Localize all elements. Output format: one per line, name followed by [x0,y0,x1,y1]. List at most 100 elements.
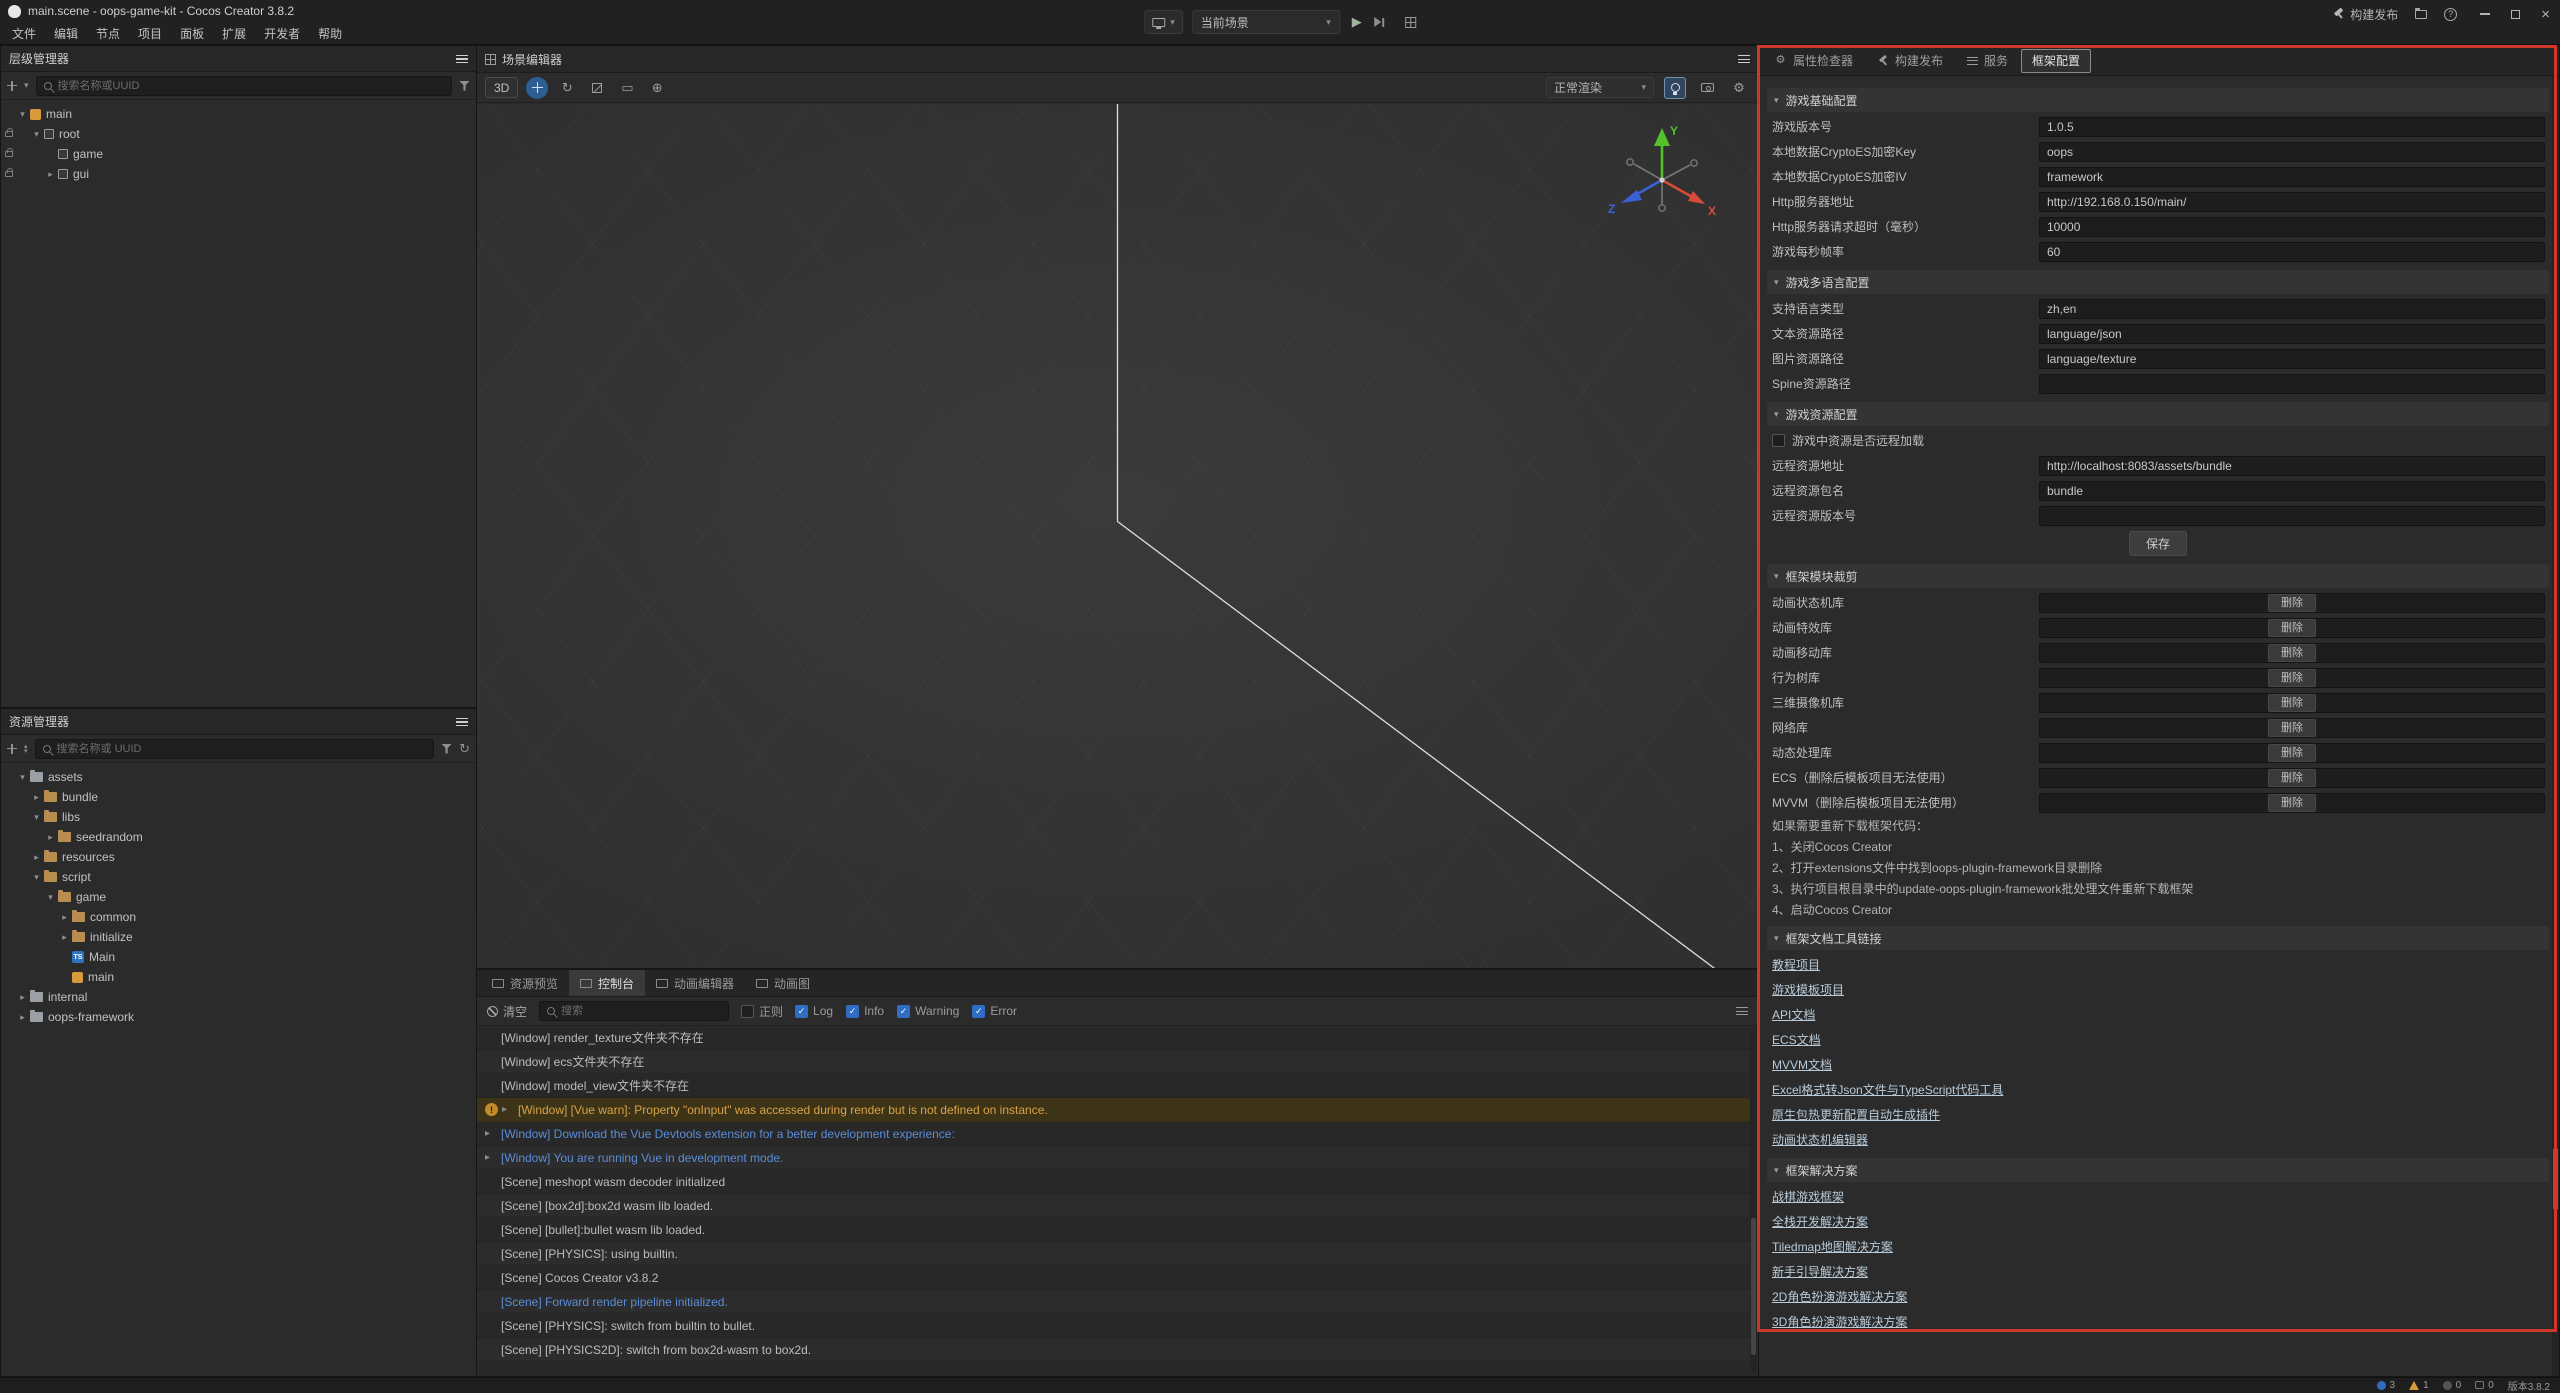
inspector-scrollbar[interactable] [2552,76,2559,1376]
lock-icon[interactable] [5,151,13,157]
play-button[interactable]: ▶ [1349,14,1365,30]
doc-link[interactable]: ECS文档 [1772,1031,1821,1048]
camera-settings-button[interactable] [1696,77,1718,99]
inspector-tab[interactable]: 框架配置 [2021,49,2091,73]
config-value-input[interactable] [2039,374,2545,394]
expand-arrow-icon[interactable]: ▸ [30,792,43,803]
section-header[interactable]: ▾ 游戏基础配置 [1767,88,2549,112]
log-row[interactable]: [Scene] [PHYSICS2D]: switch from box2d-w… [477,1338,1758,1362]
section-header[interactable]: ▾ 游戏多语言配置 [1767,270,2549,294]
error-count-badge[interactable]: 0 [2443,1380,2462,1391]
expand-arrow-icon[interactable]: ▸ [44,832,57,843]
filter-icon[interactable] [441,744,452,754]
rotate-tool-button[interactable]: ↻ [556,77,578,99]
doc-link[interactable]: 战棋游戏框架 [1772,1188,1844,1205]
expand-arrow-icon[interactable]: ▸ [44,169,57,180]
delete-button[interactable]: 删除 [2268,644,2316,662]
sort-icon[interactable]: ▴▾ [24,744,28,754]
doc-link[interactable]: API文档 [1772,1006,1815,1023]
log-row[interactable]: [Window] render_texture文件夹不存在 [477,1026,1758,1050]
tree-row[interactable]: game [1,144,476,164]
log-row[interactable]: [Window] Download the Vue Devtools exten… [477,1122,1758,1146]
log-row[interactable]: [Scene] Cocos Creator v3.8.2 [477,1266,1758,1290]
console-scrollbar[interactable] [1750,1030,1757,1372]
tree-row[interactable]: ▸ initialize [1,927,476,947]
render-mode-select[interactable]: 正常渲染 ▾ [1546,77,1654,98]
menu-item[interactable]: 文件 [3,22,45,44]
maximize-button[interactable] [2511,10,2520,19]
3d-mode-button[interactable]: 3D [485,77,518,98]
scene-viewport[interactable]: Y X Z [477,104,1758,968]
build-publish-button[interactable]: 构建发布 [2332,6,2398,23]
console-search-input[interactable] [561,1005,721,1017]
expand-arrow-icon[interactable]: ▾ [44,892,57,903]
tab-scene-editor[interactable]: 场景编辑器 [485,51,562,68]
delete-button[interactable]: 删除 [2268,769,2316,787]
delete-button[interactable]: 删除 [2268,594,2316,612]
expand-arrow-icon[interactable]: ▸ [58,932,71,943]
close-button[interactable] [2541,7,2550,22]
section-header[interactable]: ▾ 框架模块裁剪 [1767,564,2549,588]
delete-button[interactable]: 删除 [2268,744,2316,762]
config-value-input[interactable] [2039,324,2545,344]
log-row[interactable]: [Scene] [PHYSICS]: switch from builtin t… [477,1314,1758,1338]
expand-arrow-icon[interactable]: ▾ [30,129,43,140]
filter-checkbox[interactable] [795,1005,808,1018]
log-row[interactable]: [Scene] [bullet]:bullet wasm lib loaded. [477,1218,1758,1242]
tree-row[interactable]: ▾ main [1,104,476,124]
lighting-toggle-button[interactable] [1664,77,1686,99]
console-tab[interactable]: 动画图 [745,970,821,996]
config-value-input[interactable] [2039,299,2545,319]
inspector-tab[interactable]: 构建发布 [1866,49,1954,73]
pivot-tool-button[interactable]: ⊕ [646,77,668,99]
console-tab[interactable]: 动画编辑器 [645,970,745,996]
log-row[interactable]: [Window] [Vue warn]: Property "onInput" … [477,1098,1758,1122]
save-button[interactable]: 保存 [2129,531,2187,556]
log-row[interactable]: [Scene] [PHYSICS]: using builtin. [477,1242,1758,1266]
menu-item[interactable]: 项目 [129,22,171,44]
doc-link[interactable]: 游戏模板项目 [1772,981,1844,998]
log-filter[interactable]: Info [846,1004,884,1018]
log-row[interactable]: [Scene] [box2d]:box2d wasm lib loaded. [477,1194,1758,1218]
doc-link[interactable]: 教程项目 [1772,956,1820,973]
layout-grid-icon[interactable] [1405,17,1416,28]
tree-row[interactable]: ▾ root [1,124,476,144]
minimize-button[interactable] [2480,13,2490,15]
delete-button[interactable]: 删除 [2268,669,2316,687]
filter-checkbox[interactable] [846,1005,859,1018]
tree-row[interactable]: ▸ seedrandom [1,827,476,847]
config-value-input[interactable] [2039,481,2545,501]
info-count-badge[interactable]: 3 [2377,1380,2396,1391]
regex-checkbox[interactable] [741,1005,754,1018]
open-project-folder-icon[interactable] [2415,10,2427,19]
scrollbar-thumb[interactable] [2553,1148,2558,1210]
doc-link[interactable]: Tiledmap地图解决方案 [1772,1238,1893,1255]
tree-row[interactable]: ▸ resources [1,847,476,867]
tree-row[interactable]: Main [1,947,476,967]
rect-tool-button[interactable]: ▭ [616,77,638,99]
section-header[interactable]: ▾ 框架解决方案 [1767,1158,2549,1182]
refresh-icon[interactable]: ↻ [459,742,470,755]
tree-row[interactable]: ▸ gui [1,164,476,184]
doc-link[interactable]: 3D角色扮演游戏解决方案 [1772,1313,1907,1330]
section-header[interactable]: ▾ 游戏资源配置 [1767,402,2549,426]
log-row[interactable]: [Scene] Forward render pipeline initiali… [477,1290,1758,1314]
menu-item[interactable]: 编辑 [45,22,87,44]
add-node-icon[interactable] [7,81,17,91]
panel-menu-icon[interactable] [456,718,468,726]
assets-search[interactable] [35,739,435,759]
config-checkbox-row[interactable]: 游戏中资源是否远程加载 [1767,428,2549,453]
log-row[interactable]: [Scene] meshopt wasm decoder initialized [477,1170,1758,1194]
scale-tool-button[interactable] [586,77,608,99]
tree-row[interactable]: ▸ oops-framework [1,1007,476,1027]
menu-item[interactable]: 面板 [171,22,213,44]
expand-arrow-icon[interactable]: ▸ [58,912,71,923]
doc-link[interactable]: MVVM文档 [1772,1056,1832,1073]
message-count-badge[interactable]: 0 [2475,1380,2494,1391]
log-row[interactable]: [Window] You are running Vue in developm… [477,1146,1758,1170]
add-asset-icon[interactable] [7,744,17,754]
config-value-input[interactable] [2039,142,2545,162]
doc-link[interactable]: 全栈开发解决方案 [1772,1213,1868,1230]
log-row[interactable]: [Window] ecs文件夹不存在 [477,1050,1758,1074]
step-button[interactable] [1374,17,1384,27]
